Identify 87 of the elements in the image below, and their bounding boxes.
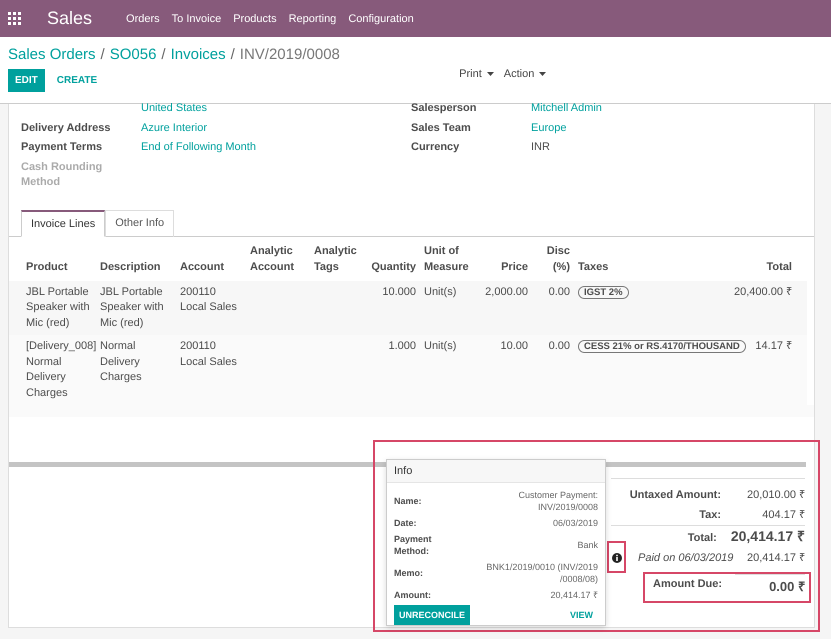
field-label: Currency xyxy=(411,140,460,155)
total-label: Untaxed Amount: xyxy=(628,488,722,503)
tax-tag: CESS 21% or RS.4170/THOUSAND xyxy=(578,340,746,353)
column-header[interactable]: Total xyxy=(728,240,807,280)
field-label: Salesperson xyxy=(411,101,478,116)
column-header[interactable]: Product xyxy=(9,240,96,280)
info-label: Date: xyxy=(394,517,418,529)
field-value[interactable]: Europe xyxy=(531,120,566,140)
field-value[interactable]: United States xyxy=(141,101,208,120)
app-name: Sales xyxy=(47,8,92,29)
info-label: Payment Method: xyxy=(394,533,433,557)
info-label: Name: xyxy=(394,495,423,507)
table-cell: 1.000 xyxy=(388,340,416,352)
popover-title: Info xyxy=(387,460,605,483)
info-value: Bank xyxy=(576,539,598,551)
info-label: Amount: xyxy=(394,589,432,601)
total-label: Tax: xyxy=(698,508,722,523)
column-header[interactable]: Taxes xyxy=(574,240,728,280)
field-label: Sales Team xyxy=(411,120,472,136)
total-label: Total: xyxy=(686,531,718,546)
info-value: 20,414.17 ₹ xyxy=(549,589,598,601)
breadcrumb-current[interactable]: INV/2019/0008 xyxy=(240,46,340,63)
menu-item[interactable]: Reporting xyxy=(288,12,336,24)
table-cell: Unit(s) xyxy=(424,286,456,298)
table-cell: JBL Portable Speaker with Mic (red) xyxy=(100,286,164,328)
column-header[interactable]: Unit of Measure xyxy=(420,240,478,280)
field-label: Delivery Address xyxy=(21,120,112,136)
table-cell: 200110 Local Sales xyxy=(180,340,237,368)
table-cell: 10.00 xyxy=(500,340,528,352)
breadcrumb-link[interactable]: Invoices xyxy=(170,46,226,63)
tab[interactable]: Invoice Lines xyxy=(21,210,106,236)
tab[interactable]: Other Info xyxy=(105,210,174,236)
column-header[interactable]: Disc (%) xyxy=(532,240,574,280)
table-cell: 200110 Local Sales xyxy=(180,286,237,313)
field-label: Cash Rounding Method xyxy=(21,160,104,190)
table-cell: Normal Delivery Charges xyxy=(100,340,142,383)
total-label: Paid on 06/03/2019 xyxy=(638,551,734,566)
breadcrumb-link[interactable]: Sales Orders xyxy=(8,46,96,63)
total-value: 404.17 ₹ xyxy=(761,508,805,523)
menu-item[interactable]: Orders xyxy=(126,12,160,24)
menu-item[interactable]: Configuration xyxy=(348,12,414,24)
edit-button[interactable]: EDIT xyxy=(8,69,45,92)
field-value: INR xyxy=(531,140,550,155)
unreconcile-button[interactable]: UNRECONCILE xyxy=(394,605,470,625)
column-header[interactable]: Description xyxy=(96,240,176,280)
total-value: 20,414.17 ₹ xyxy=(730,527,805,546)
field-value[interactable]: Mitchell Admin xyxy=(531,101,602,120)
table-cell: 2,000.00 xyxy=(485,286,528,298)
total-value: 20,010.00 ₹ xyxy=(746,488,805,503)
field-value[interactable]: Azure Interior xyxy=(141,120,208,140)
create-button[interactable]: CREATE xyxy=(46,69,108,92)
total-label: Amount Due: xyxy=(653,577,722,592)
app-grid-icon[interactable] xyxy=(8,12,21,25)
column-header[interactable]: Quantity xyxy=(362,240,420,280)
table-cell: 10.000 xyxy=(382,286,416,298)
field-label: Payment Terms xyxy=(21,140,104,155)
table-cell: Unit(s) xyxy=(424,340,456,352)
dropdown-button[interactable]: Action xyxy=(504,67,546,81)
column-header[interactable]: Analytic Tags xyxy=(310,240,362,280)
column-header[interactable]: Analytic Account xyxy=(246,240,310,280)
breadcrumb-separator: / xyxy=(230,46,235,63)
view-button[interactable]: VIEW xyxy=(564,605,598,625)
caret-icon xyxy=(486,72,494,76)
info-value: Customer Payment: INV/2019/0008 xyxy=(517,489,598,513)
dropdown-button[interactable]: Print xyxy=(459,67,494,81)
breadcrumb-link[interactable]: SO056 xyxy=(110,46,156,63)
column-header[interactable]: Price xyxy=(478,240,532,280)
tax-tag: IGST 2% xyxy=(578,286,629,298)
table-cell: 0.00 xyxy=(548,286,570,298)
info-label: Memo: xyxy=(394,567,424,579)
breadcrumb-separator: / xyxy=(161,46,166,63)
caret-icon xyxy=(539,72,546,76)
table-cell: 0.00 xyxy=(548,340,570,352)
info-value: 06/03/2019 xyxy=(552,517,598,529)
info-icon[interactable] xyxy=(612,553,622,563)
menu-item[interactable]: Products xyxy=(233,12,277,24)
breadcrumb-separator: / xyxy=(100,46,105,63)
total-value: 20,414.17 ₹ xyxy=(746,551,805,566)
field-value[interactable]: End of Following Month xyxy=(141,140,256,160)
table-cell: [Delivery_008] Normal Delivery Charges xyxy=(26,340,96,398)
menu-item[interactable]: To Invoice xyxy=(172,12,222,24)
table-cell: 20,400.00 ₹ xyxy=(734,286,792,298)
info-value: BNK1/2019/0010 (INV/2019 /0008/08) xyxy=(485,561,598,585)
table-cell: 14.17 ₹ xyxy=(755,340,792,352)
column-header[interactable]: Account xyxy=(176,240,246,280)
total-value: 0.00 ₹ xyxy=(735,574,805,597)
table-cell: JBL Portable Speaker with Mic (red) xyxy=(26,286,90,328)
